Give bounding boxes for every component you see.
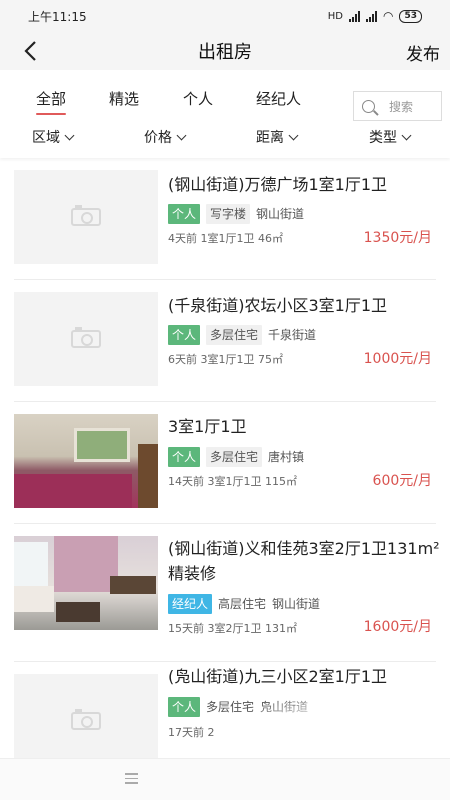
network-label: HD <box>327 10 343 22</box>
chevron-down-icon <box>401 130 412 140</box>
listing-meta: 6天前 3室1厅1卫 75㎡ <box>168 353 283 366</box>
photo-wall <box>54 536 118 592</box>
listing-thumbnail <box>14 170 158 264</box>
tab-all[interactable]: 全部 <box>36 88 67 115</box>
listing-item[interactable]: (凫山街道)九三小区2室1厅1卫 个人 多层住宅 凫山街道 17天前 2 <box>0 662 450 758</box>
tab-personal[interactable]: 个人 <box>183 88 213 109</box>
photo-sofa <box>14 586 54 612</box>
listing-tags: 个人 多层住宅 千泉街道 <box>168 325 316 345</box>
filter-type-label: 类型 <box>369 130 397 146</box>
filter-price[interactable]: 价格 <box>144 127 187 147</box>
listing-item[interactable]: (钢山街道)义和佳苑3室2厅1卫131m²精装修 经纪人 高层住宅 钢山街道 1… <box>0 524 450 662</box>
filter-distance-label: 距离 <box>256 130 284 146</box>
photo-cabinet <box>138 444 158 508</box>
listing-meta: 15天前 3室2厅1卫 131㎡ <box>168 622 297 635</box>
type-tag: 写字楼 <box>206 204 251 224</box>
wifi-icon: ◠ <box>382 9 394 23</box>
listing-price: 600元/月 <box>372 473 432 489</box>
source-tag: 个人 <box>168 325 201 345</box>
filter-area: 全部 精选 个人 经纪人 搜索 区域 价格 距离 类型 <box>0 70 450 158</box>
source-tag: 经纪人 <box>168 594 213 614</box>
area-tag: 唐村镇 <box>268 450 305 464</box>
camera-icon <box>71 327 101 348</box>
type-tag: 多层住宅 <box>206 700 255 714</box>
photo-window <box>14 542 48 588</box>
chevron-down-icon <box>64 130 75 140</box>
area-tag: 钢山街道 <box>272 597 321 611</box>
back-button[interactable] <box>16 36 44 66</box>
tab-agent[interactable]: 经纪人 <box>256 88 301 109</box>
filter-price-label: 价格 <box>144 130 172 146</box>
publish-button[interactable]: 发布 <box>406 40 440 65</box>
search-input[interactable]: 搜索 <box>353 91 442 121</box>
status-time: 上午11:15 <box>28 9 87 24</box>
nav-bar: 出租房 发布 <box>0 32 450 70</box>
listing-title: 3室1厅1卫 <box>168 417 247 436</box>
area-tag: 凫山街道 <box>260 700 309 714</box>
type-tag: 高层住宅 <box>218 597 267 611</box>
photo-tv-cabinet <box>110 576 156 594</box>
signal-icon-2 <box>365 10 377 22</box>
system-nav-bar <box>0 758 450 800</box>
listing-title: (钢山街道)义和佳苑3室2厅1卫131m²精装修 <box>168 539 440 583</box>
category-tabs: 全部 精选 个人 经纪人 搜索 <box>0 80 450 121</box>
listing-price: 1350元/月 <box>363 230 432 246</box>
search-placeholder: 搜索 <box>389 99 414 114</box>
filter-type[interactable]: 类型 <box>369 127 412 147</box>
area-tag: 钢山街道 <box>256 207 305 221</box>
photo-window <box>74 428 130 462</box>
listing-title: (凫山街道)九三小区2室1厅1卫 <box>168 667 388 686</box>
listing-title: (钢山街道)万德广场1室1厅1卫 <box>168 175 388 194</box>
type-tag: 多层住宅 <box>206 325 263 345</box>
listing-title: (千泉街道)农坛小区3室1厅1卫 <box>168 296 388 315</box>
listing-item[interactable]: (钢山街道)万德广场1室1厅1卫 个人 写字楼 钢山街道 4天前 1室1厅1卫 … <box>0 158 450 280</box>
status-icons: HD ◠ 53 <box>328 9 422 23</box>
listing-thumbnail <box>14 292 158 386</box>
type-tag: 多层住宅 <box>206 447 263 467</box>
page-title: 出租房 <box>198 42 252 63</box>
listing-meta: 17天前 2 <box>168 726 215 739</box>
listing-meta: 14天前 3室1厅1卫 115㎡ <box>168 475 297 488</box>
search-icon <box>362 99 375 113</box>
signal-icon <box>348 10 360 22</box>
listing-tags: 个人 写字楼 钢山街道 <box>168 204 304 224</box>
battery-icon: 53 <box>399 9 422 23</box>
camera-icon <box>71 205 101 226</box>
filter-region-label: 区域 <box>32 130 60 146</box>
listing-thumbnail <box>14 674 158 758</box>
chevron-down-icon <box>176 130 187 140</box>
listing-tags: 个人 多层住宅 唐村镇 <box>168 447 304 467</box>
camera-icon <box>71 709 101 730</box>
chevron-left-icon <box>24 41 36 61</box>
listing-item[interactable]: 3室1厅1卫 个人 多层住宅 唐村镇 14天前 3室1厅1卫 115㎡ 600元… <box>0 402 450 524</box>
filter-distance[interactable]: 距离 <box>256 127 299 147</box>
listing-item[interactable]: (千泉街道)农坛小区3室1厅1卫 个人 多层住宅 千泉街道 6天前 3室1厅1卫… <box>0 280 450 402</box>
chevron-down-icon <box>288 130 299 140</box>
source-tag: 个人 <box>168 697 201 717</box>
photo-table <box>56 602 100 622</box>
tab-featured[interactable]: 精选 <box>109 88 139 109</box>
status-bar: 上午11:15 HD ◠ 53 <box>0 0 450 32</box>
listing-photo <box>14 414 158 508</box>
listing-price: 1000元/月 <box>363 351 432 367</box>
listing-tags: 经纪人 高层住宅 钢山街道 <box>168 594 320 614</box>
photo-bed <box>14 474 132 508</box>
listing-photo <box>14 536 158 630</box>
source-tag: 个人 <box>168 447 201 467</box>
area-tag: 千泉街道 <box>268 328 317 342</box>
listing-tags: 个人 多层住宅 凫山街道 <box>168 697 308 717</box>
listing-price: 1600元/月 <box>363 619 432 635</box>
filter-region[interactable]: 区域 <box>32 127 75 147</box>
source-tag: 个人 <box>168 204 201 224</box>
listing-meta: 4天前 1室1厅1卫 46㎡ <box>168 232 283 245</box>
filter-dropdowns: 区域 价格 距离 类型 <box>0 124 450 152</box>
menu-icon[interactable] <box>125 773 138 787</box>
listing-list: (钢山街道)万德广场1室1厅1卫 个人 写字楼 钢山街道 4天前 1室1厅1卫 … <box>0 158 450 758</box>
